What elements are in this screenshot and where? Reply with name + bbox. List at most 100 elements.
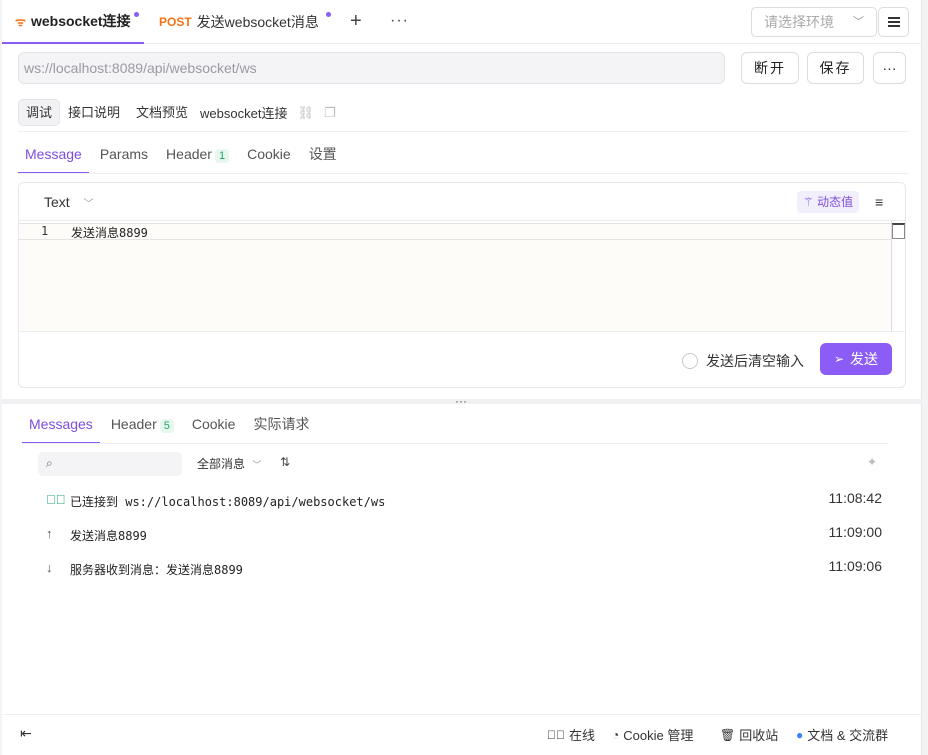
tab-post-message[interactable]: POST 发送websocket消息: [159, 0, 335, 44]
tab-actual-request[interactable]: 实际请求: [246, 406, 316, 444]
message-text: 已连接到 ws://localhost:8089/api/websocket/w…: [70, 495, 386, 509]
online-status[interactable]: ✓⃝ 在线: [547, 725, 595, 744]
tab-bar: ᯤ websocket连接 POST 发送websocket消息 + ··· 请…: [2, 0, 922, 44]
tab-cookie[interactable]: Cookie: [240, 136, 298, 174]
online-icon: ✓⃝: [547, 727, 565, 742]
cookie-icon: ◔: [612, 727, 620, 742]
message-time: 11:09:00: [828, 524, 882, 540]
more-button[interactable]: ···: [873, 52, 906, 84]
docs-community[interactable]: ● 文档 & 交流群: [796, 725, 888, 744]
app-window: ᯤ websocket连接 POST 发送websocket消息 + ··· 请…: [2, 0, 922, 755]
url-input[interactable]: ws://localhost:8089/api/websocket/ws: [18, 52, 725, 84]
tab-header[interactable]: Header 1: [159, 136, 236, 174]
send-icon: ➢: [833, 352, 845, 366]
tab-label: 设置: [308, 146, 337, 162]
clear-after-send-checkbox[interactable]: 发送后清空输入: [682, 351, 804, 371]
recycle-label: 回收站: [739, 728, 779, 743]
tab-settings[interactable]: 设置: [302, 136, 344, 174]
message-row[interactable]: ↓ 服务器收到消息：发送消息8899 11:09:06: [46, 558, 882, 578]
status-bar: ⇤ ✓⃝ 在线 ◔ Cookie 管理 🗑 回收站 ● 文档 & 交流群: [2, 714, 922, 755]
chevron-down-icon: ﹀: [853, 16, 864, 28]
tab-message[interactable]: Message: [18, 136, 89, 174]
tab-doc-preview[interactable]: 文档预览: [128, 99, 196, 126]
message-search-input[interactable]: ⌕: [38, 452, 182, 476]
dynamic-value-button[interactable]: ⚚ 动态值: [797, 191, 860, 213]
more-tabs-icon[interactable]: ···: [390, 12, 409, 30]
recycle-bin[interactable]: 🗑 回收站: [720, 725, 778, 744]
docs-label: 文档 & 交流群: [807, 728, 889, 743]
checkbox-icon[interactable]: [682, 353, 698, 369]
api-name[interactable]: websocket连接: [200, 103, 287, 122]
collapse-sidebar-icon[interactable]: ⇤: [20, 725, 32, 742]
clear-messages-icon[interactable]: ✦: [867, 455, 877, 469]
tab-response-cookie[interactable]: Cookie: [185, 406, 243, 444]
message-row[interactable]: ↑ 发送消息8899 11:09:00: [46, 524, 882, 544]
tab-label: Message: [25, 146, 82, 162]
arrow-down-icon: ↓: [46, 560, 53, 575]
scrollbar-thumb[interactable]: [892, 223, 905, 239]
count-badge: 1: [214, 149, 230, 163]
message-type-select[interactable]: Text ﹀: [44, 194, 94, 210]
request-tabs: Message Params Header 1 Cookie 设置: [18, 136, 348, 174]
tab-label: Messages: [29, 416, 93, 432]
tab-messages[interactable]: Messages: [22, 406, 100, 444]
divider: [18, 173, 908, 174]
tab-label: Header: [166, 146, 212, 162]
cookie-manager[interactable]: ◔ Cookie 管理: [612, 725, 693, 744]
message-time: 11:09:06: [828, 558, 882, 574]
chevron-down-icon: ﹀: [252, 460, 262, 470]
code-area[interactable]: 1 发送消息8899: [19, 223, 891, 331]
online-label: 在线: [569, 728, 596, 743]
drag-handle-icon[interactable]: ···: [455, 394, 467, 408]
cookie-label: Cookie 管理: [623, 728, 694, 743]
tab-api-description[interactable]: 接口说明: [60, 99, 128, 126]
websocket-icon: ᯤ: [15, 14, 26, 29]
tab-label: websocket连接: [30, 13, 131, 29]
line-number: 1: [41, 224, 49, 238]
sort-icon[interactable]: ⇅: [280, 455, 290, 469]
message-time: 11:08:42: [828, 490, 882, 506]
tab-label: Params: [99, 146, 149, 162]
message-type-value: Text: [44, 194, 70, 210]
editor-scrollbar[interactable]: [891, 221, 905, 331]
message-editor: Text ﹀ ⚚ 动态值 ≡ 1 发送消息8899 发送后清空输入 ➢ 发送: [18, 182, 906, 388]
chat-icon: ●: [796, 727, 804, 742]
divider: [22, 443, 888, 444]
tab-websocket[interactable]: ᯤ websocket连接: [2, 0, 144, 44]
count-badge: 5: [159, 419, 174, 433]
save-button[interactable]: 保存: [807, 52, 864, 84]
filter-value: 全部消息: [197, 457, 246, 471]
search-icon: ⌕: [46, 456, 53, 470]
tab-debug[interactable]: 调试: [18, 99, 61, 126]
copy-icon[interactable]: ❐: [324, 105, 336, 121]
environment-select[interactable]: 请选择环境 ﹀: [751, 7, 877, 37]
tab-label: Cookie: [247, 146, 291, 162]
arrow-up-icon: ↑: [46, 526, 53, 541]
menu-icon: [887, 17, 900, 27]
divider: [18, 131, 908, 132]
message-filter-select[interactable]: 全部消息 ﹀: [197, 455, 261, 472]
link-icon[interactable]: ⛓: [297, 105, 314, 121]
tab-label: Header: [110, 416, 157, 432]
check-circle-icon: ✓⃝: [46, 492, 66, 507]
menu-button[interactable]: [878, 7, 909, 37]
tab-label: 实际请求: [253, 416, 310, 432]
word-wrap-icon[interactable]: ≡: [875, 194, 883, 210]
add-tab-icon[interactable]: +: [350, 11, 362, 31]
tab-label: 发送websocket消息: [196, 14, 319, 30]
disconnect-button[interactable]: 断开: [741, 52, 799, 84]
tab-response-header[interactable]: Header 5: [104, 406, 181, 444]
message-text: 服务器收到消息：发送消息8899: [70, 563, 243, 577]
tab-label: Cookie: [191, 416, 236, 432]
unsaved-dot: [326, 12, 331, 17]
send-button[interactable]: ➢ 发送: [820, 343, 892, 375]
line-content[interactable]: 发送消息8899: [71, 224, 148, 241]
tab-params[interactable]: Params: [93, 136, 155, 174]
message-row[interactable]: ✓⃝ 已连接到 ws://localhost:8089/api/websocke…: [46, 490, 882, 510]
view-tabs: 调试 接口说明 文档预览 websocket连接 ⛓ ❐: [18, 99, 336, 126]
clear-after-send-label: 发送后清空输入: [706, 353, 804, 369]
magic-wand-icon: ⚚: [803, 195, 814, 209]
editor-footer: 发送后清空输入 ➢ 发送: [19, 331, 905, 387]
unsaved-dot: [134, 12, 139, 17]
response-tabs: Messages Header 5 Cookie 实际请求: [22, 406, 320, 444]
